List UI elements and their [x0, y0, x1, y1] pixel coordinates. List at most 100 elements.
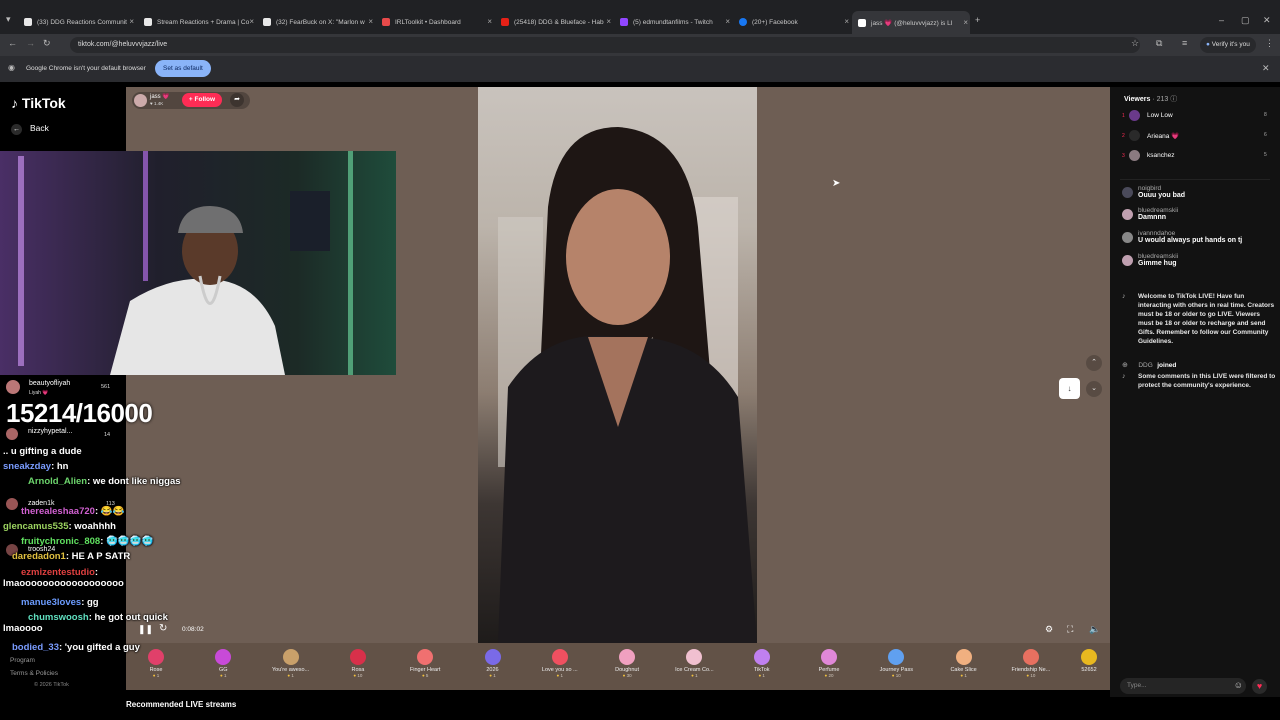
gift-cost: ● 1: [664, 673, 724, 678]
scroll-down-icon[interactable]: ↓: [1059, 378, 1080, 399]
chat-input[interactable]: Type... ☺: [1120, 678, 1246, 694]
reload-icon[interactable]: ↻: [43, 38, 51, 49]
gift-item[interactable]: Friendship Ne... ● 10: [1001, 649, 1061, 678]
volume-icon[interactable]: 🔈: [1089, 624, 1100, 635]
webcam-image: [18, 151, 353, 375]
close-tab-icon[interactable]: ×: [725, 17, 730, 26]
streamer-webcam-overlay: [0, 151, 396, 375]
browser-tab[interactable]: (20+) Facebook ×: [739, 13, 849, 31]
close-tab-icon[interactable]: ×: [844, 17, 849, 26]
host-avatar[interactable]: [134, 94, 147, 107]
extensions-icon[interactable]: ⧉: [1156, 38, 1162, 49]
bookmark-star-icon[interactable]: ☆: [1131, 38, 1139, 49]
tab-title: IRLToolkit • Dashboard: [395, 18, 461, 26]
gift-icon: [484, 649, 501, 665]
browser-tab[interactable]: (25418) DDG & Blueface - Hab ×: [501, 13, 611, 31]
comment-item[interactable]: bluedreamskii Damnnn: [1122, 207, 1272, 221]
avatar: [6, 380, 20, 394]
twitch-icon: [620, 18, 628, 26]
stream-overlay-chat: beautyofliyah Liyah 💗 561 nizzyhypetal..…: [0, 376, 280, 696]
previous-live-arrow-icon[interactable]: ⌃: [1086, 355, 1102, 371]
close-tab-icon[interactable]: ×: [368, 17, 373, 26]
avatar: [6, 428, 18, 440]
close-tab-icon[interactable]: ×: [606, 17, 611, 26]
recommended-live-heading: Recommended LIVE streams: [126, 700, 237, 709]
settings-gear-icon[interactable]: ⚙: [1045, 624, 1053, 635]
gift-item[interactable]: Cake Slice ● 1: [934, 649, 994, 678]
close-tab-icon[interactable]: ×: [487, 17, 492, 26]
top-viewer-row[interactable]: 2 Arieana 💗 6: [1122, 130, 1272, 144]
set-default-button[interactable]: Set as default: [155, 60, 211, 77]
gift-item[interactable]: Ice Cream Co... ● 1: [664, 649, 724, 678]
menu-kebab-icon[interactable]: ⋮: [1265, 38, 1274, 49]
url-field[interactable]: tiktok.com/@heluvvvjazz/live: [70, 37, 1140, 53]
gift-icon: [349, 649, 366, 665]
browser-tab[interactable]: Stream Reactions + Drama | Co ×: [144, 13, 254, 31]
top-viewer-row[interactable]: 1 Low Low 8: [1122, 110, 1272, 124]
gift-item[interactable]: Doughnut ● 30: [597, 649, 657, 678]
system-message: ♪ Welcome to TikTok LIVE! Have fun inter…: [1122, 292, 1277, 346]
chat-text: : we dont like niggas: [87, 476, 181, 487]
forward-arrow-icon[interactable]: →: [26, 38, 35, 48]
gift-cost: ● 10: [328, 673, 388, 678]
fullscreen-icon[interactable]: ⛶: [1067, 624, 1073, 635]
browser-tab-bar: ▾ (33) DDG Reactions Communit × Stream Re…: [0, 0, 1280, 34]
comment-item[interactable]: bluedreamskii Gimme hug: [1122, 253, 1272, 267]
new-tab-icon[interactable]: +: [975, 15, 980, 25]
viewer-rank: 2: [1122, 133, 1125, 139]
gift-item[interactable]: Love you so ... ● 1: [530, 649, 590, 678]
browser-tab[interactable]: IRLToolkit • Dashboard ×: [382, 13, 492, 31]
browser-tab[interactable]: (33) DDG Reactions Communit ×: [24, 13, 134, 31]
coin-balance[interactable]: 52652: [1074, 649, 1104, 673]
browser-tab[interactable]: (32) FearBuck on X: "Marlon w ×: [263, 13, 373, 31]
join-icon: ⊕: [1122, 362, 1128, 369]
next-live-arrow-icon[interactable]: ⌄: [1086, 381, 1102, 397]
comment-item[interactable]: noigbird Ouuu you bad: [1122, 185, 1272, 199]
back-arrow-icon[interactable]: ←: [8, 38, 17, 48]
joined-user[interactable]: DDG: [1138, 362, 1152, 369]
close-tab-icon[interactable]: ×: [249, 17, 254, 26]
media-icon[interactable]: ≡: [1182, 38, 1187, 48]
emoji-icon[interactable]: ☺: [1234, 680, 1243, 690]
gift-cost: ● 1: [934, 673, 994, 678]
gift-item[interactable]: Journey Pass ● 10: [866, 649, 926, 678]
gift-cost: ● 30: [597, 673, 657, 678]
close-window-icon[interactable]: ✕: [1263, 15, 1271, 26]
minimize-icon[interactable]: –: [1219, 15, 1224, 25]
gift-item[interactable]: Finger Heart ● 5: [395, 649, 455, 678]
top-viewer-row[interactable]: 3 ksanchez 5: [1122, 150, 1272, 164]
overlay-chat-line: glencamus535: woahhhh: [3, 521, 116, 532]
tab-search-icon[interactable]: ▾: [6, 14, 11, 25]
gift-item[interactable]: Rosa ● 10: [328, 649, 388, 678]
maximize-icon[interactable]: ▢: [1241, 15, 1250, 26]
address-bar: ← → ↻ tiktok.com/@heluvvvjazz/live ☆ ⧉ ≡…: [0, 34, 1280, 56]
avatar: [1129, 110, 1140, 121]
tiktok-logo[interactable]: ♪ TikTok: [11, 95, 66, 111]
chat-user: therealeshaa720: [21, 506, 95, 517]
browser-tab[interactable]: (5) edmundtanfilms - Twitch ×: [620, 13, 730, 31]
viewers-count: 213: [1156, 96, 1169, 103]
facebook-icon: [739, 18, 747, 26]
close-tab-icon[interactable]: ×: [963, 18, 968, 27]
gift-item[interactable]: TikTok ● 1: [732, 649, 792, 678]
joined-message: ⊕ DDG joined: [1122, 354, 1277, 372]
close-tab-icon[interactable]: ×: [129, 17, 134, 26]
back-button[interactable]: ← Back: [11, 123, 49, 135]
share-icon[interactable]: ➦: [230, 93, 244, 107]
gift-icon: [888, 649, 905, 665]
gift-item[interactable]: 2026 ● 1: [463, 649, 523, 678]
verify-button[interactable]: ● Verify it's you: [1200, 37, 1256, 53]
gift-icon: [282, 649, 299, 665]
like-heart-icon[interactable]: ♥: [1252, 679, 1267, 694]
gift-icon: [753, 649, 770, 665]
comment-item[interactable]: ivannndahoe U would always put hands on …: [1122, 230, 1272, 244]
comment-text: Ouuu you bad: [1138, 192, 1186, 199]
viewers-header[interactable]: Viewers · 213 ⓘ: [1124, 94, 1177, 104]
browser-tab-active[interactable]: jass 💗 (@heluvvvjazz) is LI ×: [852, 11, 970, 34]
follow-button[interactable]: + Follow: [182, 93, 222, 107]
gift-item[interactable]: Perfume ● 20: [799, 649, 859, 678]
close-infobar-icon[interactable]: ✕: [1262, 63, 1270, 74]
host-name[interactable]: jass 💗: [150, 93, 170, 100]
system-message: ♪ Some comments in this LIVE were filter…: [1122, 372, 1277, 390]
x-logo-icon: [24, 18, 32, 26]
